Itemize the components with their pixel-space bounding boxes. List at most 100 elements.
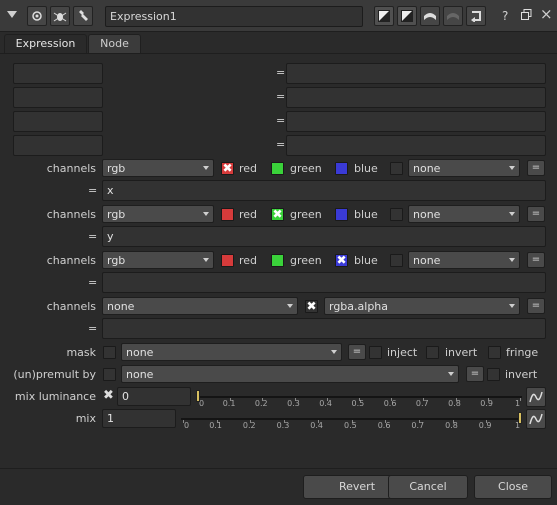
viewer-input-icon[interactable] bbox=[374, 6, 394, 26]
temp-name-field-4[interactable] bbox=[13, 135, 103, 156]
expr-equals-4: = bbox=[88, 322, 98, 335]
channels-value-3: rgb bbox=[107, 254, 126, 267]
alpha-channel-value: rgba.alpha bbox=[329, 300, 389, 313]
help-icon[interactable]: ? bbox=[502, 9, 508, 23]
mix-slider[interactable]: 0 0.1 0.2 0.3 0.4 0.5 0.6 0.7 0.8 0.9 1 bbox=[181, 409, 522, 430]
green-checkbox-2[interactable]: ✖ bbox=[271, 207, 284, 221]
mix-curve-button[interactable] bbox=[526, 409, 546, 429]
title-bar: Expression1 ? × bbox=[0, 0, 557, 32]
premult-value: none bbox=[126, 368, 154, 381]
channels-dropdown-4[interactable]: none bbox=[102, 297, 298, 315]
viewer-output-icon[interactable] bbox=[397, 6, 417, 26]
fringe-checkbox[interactable] bbox=[488, 346, 501, 359]
channel-expr-field-3[interactable] bbox=[102, 272, 546, 293]
channel-expr-field-1[interactable]: x bbox=[102, 180, 546, 201]
channels-dropdown-3[interactable]: rgb bbox=[102, 251, 214, 269]
node-name-field[interactable]: Expression1 bbox=[105, 6, 363, 27]
bug-icon[interactable] bbox=[50, 6, 70, 26]
undo-icon[interactable] bbox=[420, 6, 440, 26]
green-label-2: green bbox=[290, 208, 322, 221]
tab-expression[interactable]: Expression bbox=[4, 34, 87, 54]
temp-expr-field-1[interactable] bbox=[286, 63, 546, 84]
check-icon: ✖ bbox=[272, 207, 283, 221]
channels-value-1: rgb bbox=[107, 162, 126, 175]
mix-luminance-slider-tick-label: 0.8 bbox=[448, 399, 461, 408]
mask-link-button[interactable]: = bbox=[348, 344, 366, 360]
node-color-button[interactable] bbox=[27, 6, 47, 26]
cancel-button[interactable]: Cancel bbox=[388, 475, 468, 499]
channels-dropdown-1[interactable]: rgb bbox=[102, 159, 214, 177]
red-label-1: red bbox=[239, 162, 258, 175]
mask-checkbox[interactable] bbox=[103, 346, 116, 359]
mix-luminance-input[interactable]: 0 bbox=[117, 387, 191, 406]
revert-knobs-icon[interactable] bbox=[466, 6, 486, 26]
premult-dropdown[interactable]: none bbox=[121, 365, 459, 383]
float-icon[interactable] bbox=[521, 9, 532, 23]
mix-slider-tick-label: 0.7 bbox=[411, 421, 425, 430]
mix-luminance-slider-tick-label: 0.5 bbox=[351, 399, 365, 408]
premult-invert-checkbox[interactable] bbox=[487, 368, 500, 381]
channel-expr-field-2[interactable]: y bbox=[102, 226, 546, 247]
link-equals-button-2[interactable]: = bbox=[527, 206, 545, 222]
alpha-channel-dropdown[interactable]: rgba.alpha bbox=[324, 297, 520, 315]
extra-channel-dropdown-2[interactable]: none bbox=[408, 205, 520, 223]
red-checkbox-3[interactable] bbox=[221, 254, 234, 267]
close-button[interactable]: Close bbox=[474, 475, 552, 499]
mask-label: mask bbox=[66, 346, 96, 359]
mix-luminance-enable-icon[interactable]: ✖ bbox=[103, 388, 114, 403]
redo-icon[interactable] bbox=[443, 6, 463, 26]
tab-node[interactable]: Node bbox=[88, 34, 141, 53]
chevron-down-icon bbox=[509, 166, 515, 170]
mix-luminance-slider-tick-label: 0.2 bbox=[254, 399, 268, 408]
link-equals-button-4[interactable]: = bbox=[527, 298, 545, 314]
tab-divider bbox=[0, 53, 557, 54]
extra-channel-dropdown-1[interactable]: none bbox=[408, 159, 520, 177]
premult-link-button[interactable]: = bbox=[466, 366, 484, 382]
check-icon: ✖ bbox=[306, 299, 317, 313]
temp-name-field-2[interactable] bbox=[13, 87, 103, 108]
mix-slider-tick-label: 0.1 bbox=[209, 421, 222, 430]
link-equals-button-3[interactable]: = bbox=[527, 252, 545, 268]
blue-checkbox-3[interactable]: ✖ bbox=[335, 253, 348, 267]
extra-channel-dropdown-3[interactable]: none bbox=[408, 251, 520, 269]
mix-luminance-slider[interactable]: 0 0.1 0.2 0.3 0.4 0.5 0.6 0.7 0.8 0.9 1 bbox=[196, 387, 522, 408]
mask-dropdown[interactable]: none bbox=[121, 343, 342, 361]
green-checkbox-3[interactable] bbox=[271, 254, 284, 267]
temp-equals-2: = bbox=[276, 90, 286, 103]
blue-checkbox-1[interactable] bbox=[335, 162, 348, 175]
green-checkbox-1[interactable] bbox=[271, 162, 284, 175]
channels-dropdown-2[interactable]: rgb bbox=[102, 205, 214, 223]
mix-luminance-curve-button[interactable] bbox=[526, 387, 546, 407]
temp-expr-field-4[interactable] bbox=[286, 135, 546, 156]
mix-luminance-slider-tick-label: 0.1 bbox=[222, 399, 236, 408]
extra-checkbox-3[interactable] bbox=[390, 254, 403, 267]
temp-expr-field-3[interactable] bbox=[286, 111, 546, 132]
link-equals-button-1[interactable]: = bbox=[527, 160, 545, 176]
close-icon[interactable]: × bbox=[540, 7, 553, 22]
wrench-icon[interactable] bbox=[73, 6, 93, 26]
temp-name-field-3[interactable] bbox=[13, 111, 103, 132]
expr-equals-2: = bbox=[88, 230, 98, 243]
collapse-arrow-icon[interactable] bbox=[7, 8, 17, 22]
temp-name-field-1[interactable] bbox=[13, 63, 103, 84]
blue-checkbox-2[interactable] bbox=[335, 208, 348, 221]
red-checkbox-2[interactable] bbox=[221, 208, 234, 221]
mix-input[interactable]: 1 bbox=[102, 409, 176, 428]
chevron-down-icon bbox=[203, 212, 209, 216]
red-label-3: red bbox=[239, 254, 258, 267]
extra-checkbox-1[interactable] bbox=[390, 162, 403, 175]
temp-expr-field-2[interactable] bbox=[286, 87, 546, 108]
channel-expr-field-4[interactable] bbox=[102, 318, 546, 339]
alpha-checkbox[interactable]: ✖ bbox=[305, 299, 318, 313]
mix-luminance-slider-handle[interactable] bbox=[196, 390, 200, 402]
mix-slider-handle[interactable] bbox=[518, 412, 522, 424]
mask-invert-label: invert bbox=[445, 346, 478, 359]
red-checkbox-1[interactable]: ✖ bbox=[221, 161, 234, 175]
mix-slider-tick-label: 0.4 bbox=[310, 421, 324, 430]
extra-checkbox-2[interactable] bbox=[390, 208, 403, 221]
inject-checkbox[interactable] bbox=[369, 346, 382, 359]
channels-label-2: channels bbox=[46, 208, 96, 221]
mix-slider-tick-label: 0 bbox=[184, 421, 190, 430]
premult-checkbox[interactable] bbox=[103, 368, 116, 381]
mask-invert-checkbox[interactable] bbox=[426, 346, 439, 359]
